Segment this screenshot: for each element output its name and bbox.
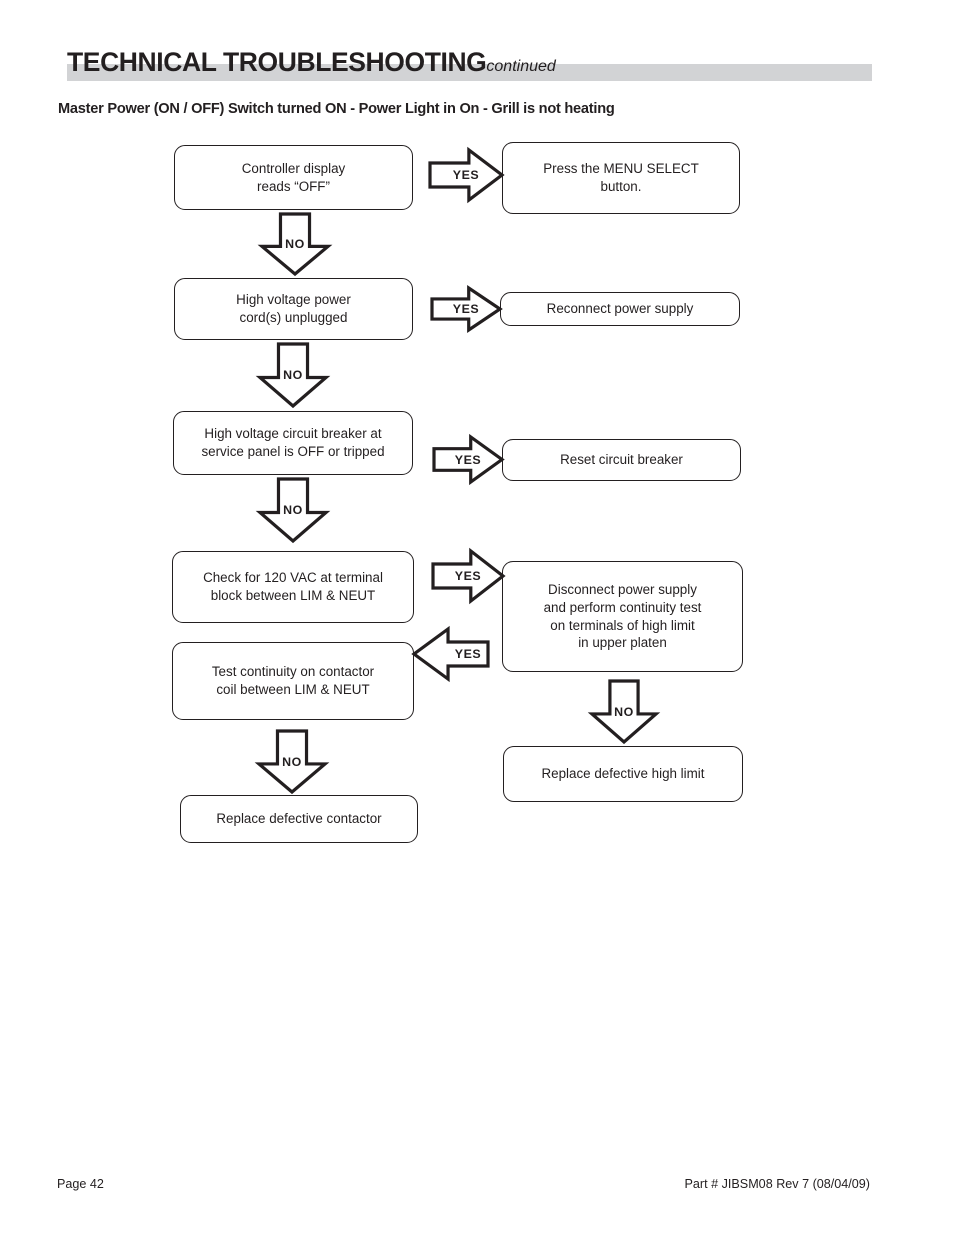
flow-node-controller-display: Controller display reads “OFF” [174, 145, 413, 210]
section-subtitle: Master Power (ON / OFF) Switch turned ON… [58, 101, 615, 117]
flow-arrow-arrow-no-breaker-to-check120: NO [255, 477, 331, 544]
flow-node-label: Replace defective contactor [216, 811, 382, 827]
flow-node-label: Reconnect power supply [546, 301, 694, 317]
flow-arrow-arrow-no-disconnect-to-highlimit: NO [587, 679, 661, 745]
flow-node-circuit-breaker: High voltage circuit breaker at service p… [173, 411, 413, 475]
flow-node-replace-contactor: Replace defective contactor [180, 795, 418, 843]
flow-node-check-120vac: Check for 120 VAC at terminal block betwe… [172, 551, 414, 623]
page-title: TECHNICAL TROUBLESHOOTINGcontinued [67, 49, 556, 76]
flow-node-label: Disconnect power supply and perform conti… [543, 581, 702, 651]
flow-node-label: Replace defective high limit [541, 766, 705, 782]
flow-node-reset-breaker: Reset circuit breaker [502, 439, 741, 481]
flow-node-disconnect-continuity: Disconnect power supply and perform conti… [502, 561, 743, 672]
footer-part-number: Part # JIBSM08 Rev 7 (08/04/09) [684, 1177, 871, 1191]
page-title-continued: continued [486, 58, 556, 75]
page-title-main: TECHNICAL TROUBLESHOOTING [67, 47, 487, 77]
flow-node-label: Press the MENU SELECT button. [543, 161, 699, 194]
flow-node-label: High voltage circuit breaker at service p… [201, 426, 385, 459]
flow-arrow-arrow-no-controller-to-cords: NO [257, 212, 333, 277]
flow-arrow-arrow-yes-breaker-to-reset: YES [432, 433, 505, 486]
flow-node-label: Controller display reads “OFF” [241, 160, 346, 194]
flow-node-label: Check for 120 VAC at terminal block betwe… [203, 570, 383, 603]
flow-node-label: High voltage power cord(s) unplugged [236, 292, 351, 325]
flow-arrow-arrow-yes-cords-to-reconnect: YES [430, 284, 503, 334]
flow-arrow-arrow-yes-controller-to-menu: YES [428, 146, 505, 204]
footer-page-number: Page 42 [57, 1177, 104, 1191]
flow-node-power-cords: High voltage power cord(s) unplugged [174, 278, 413, 340]
flow-arrow-arrow-yes-disconnect-to-contactor: YES [411, 625, 490, 683]
flow-arrow-arrow-no-contactor-to-replace: NO [254, 729, 330, 795]
flow-node-replace-high-limit: Replace defective high limit [503, 746, 743, 802]
flow-arrow-arrow-no-cords-to-breaker: NO [255, 342, 331, 409]
flow-node-label: Test continuity on contactor coil between… [211, 664, 375, 697]
flow-arrow-arrow-yes-check120-to-disconnect: YES [431, 547, 506, 605]
document-page: TECHNICAL TROUBLESHOOTINGcontinued Maste… [0, 0, 954, 1235]
flow-node-press-menu-select: Press the MENU SELECT button. [502, 142, 740, 214]
flow-node-reconnect-power: Reconnect power supply [500, 292, 740, 326]
flow-node-test-contactor-coil: Test continuity on contactor coil between… [172, 642, 414, 720]
flow-node-label: Reset circuit breaker [560, 452, 683, 468]
